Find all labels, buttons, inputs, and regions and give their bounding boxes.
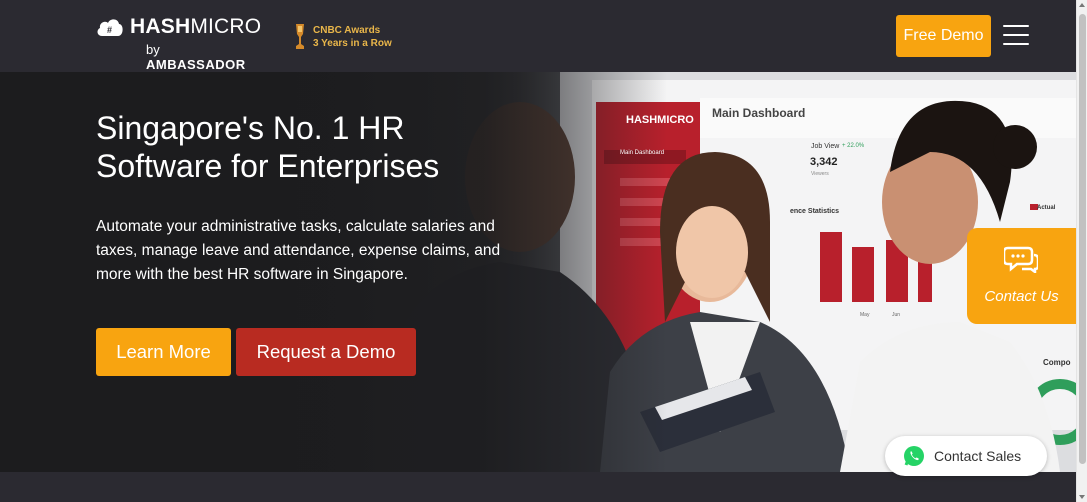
free-demo-button[interactable]: Free Demo [896,15,991,57]
cnbc-award-badge: CNBC Awards 3 Years in a Row [293,22,413,52]
composition-label: Compo [1043,358,1071,367]
hero-section: HASHMICRO Main Dashboard Main Dashboard … [0,72,1076,472]
award-line2: 3 Years in a Row [313,38,392,49]
contact-us-tab[interactable]: Contact Us [967,228,1076,324]
stats-label: ence Statistics [790,208,840,215]
scrollbar-thumb[interactable] [1079,14,1086,464]
month-may: May [860,312,870,318]
learn-more-button[interactable]: Learn More [96,328,231,376]
dashboard-sidebar-item: Main Dashboard [620,150,665,156]
job-view-sub: Viewers [811,171,829,177]
next-section-strip [0,472,1076,502]
svg-text:#: # [107,25,112,35]
hero-description: Automate your administrative tasks, calc… [96,218,501,283]
job-view-value: 3,342 [810,156,838,168]
award-line1: CNBC Awards [313,25,381,36]
site-header: # HASHMICRO by AMBASSADOR CNBC Awards 3 … [0,0,1076,72]
request-demo-button[interactable]: Request a Demo [236,328,416,376]
job-view-change: + 22.0% [842,143,865,149]
hamburger-icon[interactable] [1003,25,1029,45]
byline-name: AMBASSADOR [146,57,246,72]
brand-name: HASHMICRO [130,15,262,38]
hashmicro-logo[interactable]: # HASHMICRO by AMBASSADOR [96,15,261,72]
dashboard-title: Main Dashboard [712,106,806,120]
dashboard-brand: HASHMICRO [626,114,694,126]
contact-sales-label: Contact Sales [934,448,1022,464]
hero-title: Singapore's No. 1 HR Software for Enterp… [96,110,440,184]
whatsapp-icon [904,446,924,466]
contact-us-label: Contact Us [984,288,1059,305]
chat-bubbles-icon [1004,246,1038,273]
contact-sales-button[interactable]: Contact Sales [885,436,1047,476]
byline-prefix: by [146,42,160,57]
legend-actual: Actual [1037,205,1056,211]
job-view-label: Job View [811,143,840,150]
brand-byline: by AMBASSADOR [146,42,256,72]
month-jun: Jun [892,312,901,318]
scroll-down-icon[interactable] [1079,495,1085,499]
scroll-up-icon[interactable] [1079,3,1085,7]
cloud-logo-icon: # [97,19,123,36]
trophy-icon [296,24,304,49]
page-scrollbar[interactable] [1076,0,1087,502]
